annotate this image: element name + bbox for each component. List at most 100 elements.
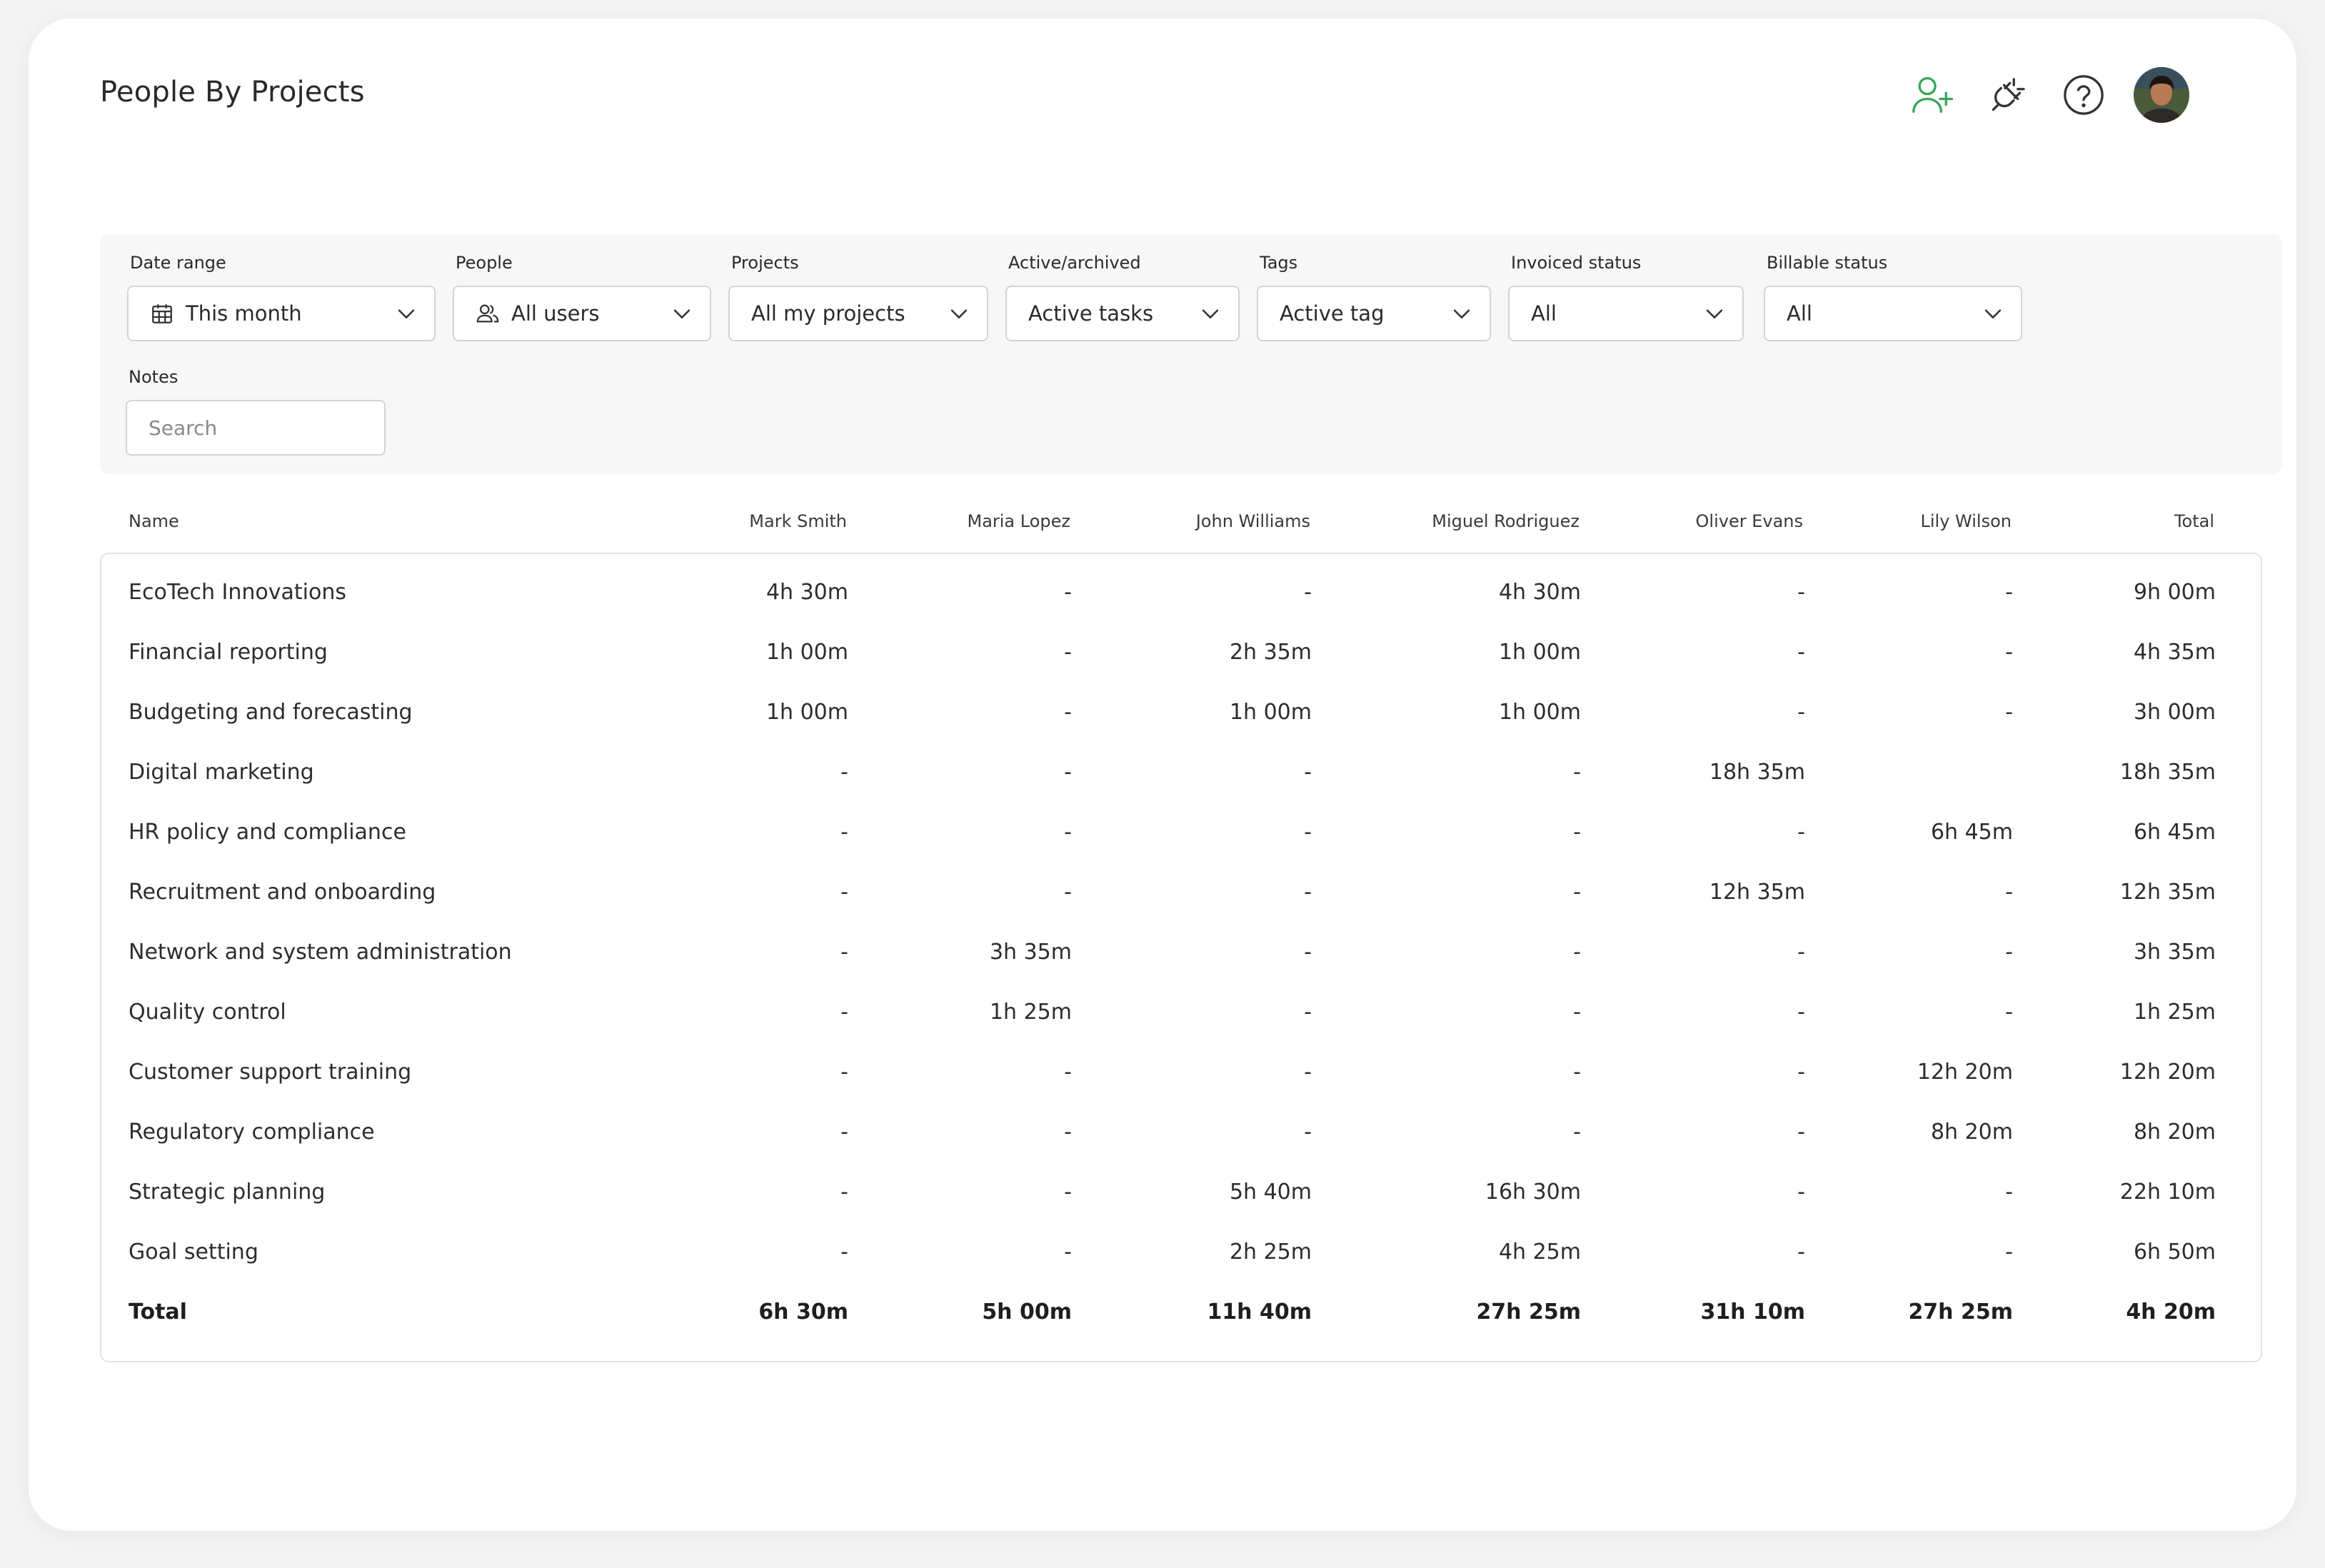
filter-label-tags: Tags — [1260, 253, 1298, 273]
cell-oliver-evans: 31h 10m — [1700, 1300, 1805, 1325]
filter-label-projects: Projects — [731, 253, 799, 273]
cell-oliver-evans: - — [1797, 700, 1805, 725]
filter-tags: Tags Active tag — [1257, 250, 1491, 341]
avatar[interactable] — [2134, 67, 2189, 123]
cell-oliver-evans: - — [1797, 640, 1805, 665]
cell-john-williams: - — [1304, 1060, 1312, 1085]
cell-miguel-rodriguez: - — [1573, 940, 1581, 965]
table-row: Financial reporting 1h 00m - 2h 35m 1h 00m - -… — [101, 623, 2261, 683]
help-icon[interactable] — [2058, 69, 2109, 121]
chevron-down-icon — [950, 309, 968, 318]
filter-invoiced-status: Invoiced status All — [1508, 250, 1744, 341]
cell-total: 3h 00m — [2133, 700, 2216, 725]
table-header: Name Mark Smith Maria Lopez John William… — [100, 511, 2261, 547]
cell-name: HR policy and compliance — [129, 820, 406, 845]
active-archived-select[interactable]: Active tasks — [1005, 286, 1240, 341]
cell-oliver-evans: 18h 35m — [1709, 760, 1805, 785]
cell-name: Recruitment and onboarding — [129, 880, 436, 905]
cell-mark-smith: - — [840, 1240, 848, 1265]
cell-miguel-rodriguez: 1h 00m — [1498, 640, 1581, 665]
cell-lily-wilson: - — [2005, 580, 2013, 605]
filter-date-range: Date range This month — [127, 250, 436, 341]
cell-lily-wilson: 12h 20m — [1917, 1060, 2013, 1085]
cell-john-williams: 11h 40m — [1207, 1300, 1312, 1325]
total-row: Total 6h 30m 5h 00m 11h 40m 27h 25m 31h 10m 27… — [101, 1282, 2261, 1342]
date-range-select[interactable]: This month — [127, 286, 436, 341]
plug-icon[interactable] — [1982, 69, 2034, 121]
column-header-person: Lily Wilson — [1920, 511, 2012, 531]
cell-oliver-evans: - — [1797, 940, 1805, 965]
tags-value: Active tag — [1280, 301, 1385, 326]
filter-projects: Projects All my projects — [728, 250, 988, 341]
cell-total: 6h 50m — [2133, 1240, 2216, 1265]
table-row: Customer support training - - - - - 12h 20m 12h… — [101, 1042, 2261, 1102]
table-row: EcoTech Innovations 4h 30m - - 4h 30m - - 9h 00… — [101, 563, 2261, 623]
cell-maria-lopez: - — [1064, 1120, 1072, 1145]
cell-oliver-evans: - — [1797, 1000, 1805, 1025]
cell-mark-smith: - — [840, 880, 848, 905]
cell-john-williams: 2h 35m — [1229, 640, 1312, 665]
page-title: People By Projects — [100, 76, 365, 109]
people-value: All users — [511, 301, 600, 326]
cell-total: 12h 20m — [2119, 1060, 2216, 1085]
cell-maria-lopez: - — [1064, 1240, 1072, 1265]
cell-mark-smith: - — [840, 1060, 848, 1085]
cell-name: Regulatory compliance — [129, 1120, 375, 1145]
column-header-person: Maria Lopez — [967, 511, 1070, 531]
filter-label-invoiced-status: Invoiced status — [1511, 253, 1642, 273]
cell-total: 1h 25m — [2133, 1000, 2216, 1025]
cell-miguel-rodriguez: 4h 30m — [1498, 580, 1581, 605]
calendar-icon — [152, 304, 172, 323]
filter-label-notes: Notes — [129, 367, 179, 387]
filters-panel: Date range This month People All users P… — [100, 234, 2282, 474]
cell-maria-lopez: - — [1064, 880, 1072, 905]
projects-select[interactable]: All my projects — [728, 286, 988, 341]
cell-mark-smith: - — [840, 1180, 848, 1205]
notes-search-input[interactable] — [126, 400, 386, 456]
cell-name: Goal setting — [129, 1240, 258, 1265]
table-row: Digital marketing - - - - 18h 35m 18h 35m — [101, 743, 2261, 803]
cell-name: Total — [129, 1300, 187, 1325]
users-icon — [476, 304, 499, 323]
cell-maria-lopez: - — [1064, 580, 1072, 605]
cell-total: 4h 35m — [2133, 640, 2216, 665]
tags-select[interactable]: Active tag — [1257, 286, 1491, 341]
cell-maria-lopez: - — [1064, 1180, 1072, 1205]
cell-maria-lopez: - — [1064, 700, 1072, 725]
cell-oliver-evans: 12h 35m — [1709, 880, 1805, 905]
column-header-person: John Williams — [1195, 511, 1310, 531]
cell-oliver-evans: - — [1797, 1060, 1805, 1085]
cell-lily-wilson: - — [2005, 1240, 2013, 1265]
column-header-person: Oliver Evans — [1695, 511, 1803, 531]
cell-miguel-rodriguez: 1h 00m — [1498, 700, 1581, 725]
cell-total: 12h 35m — [2119, 880, 2216, 905]
cell-name: Network and system administration — [129, 940, 512, 965]
cell-maria-lopez: 5h 00m — [982, 1300, 1072, 1325]
report-table: EcoTech Innovations 4h 30m - - 4h 30m - - 9h 00… — [100, 553, 2262, 1362]
cell-mark-smith: - — [840, 1000, 848, 1025]
table-row: HR policy and compliance - - - - - 6h 45m 6h 45… — [101, 803, 2261, 863]
cell-name: EcoTech Innovations — [129, 580, 346, 605]
cell-miguel-rodriguez: 4h 25m — [1498, 1240, 1581, 1265]
table-row: Strategic planning - - 5h 40m 16h 30m - - 22h 1… — [101, 1162, 2261, 1222]
cell-john-williams: 5h 40m — [1229, 1180, 1312, 1205]
cell-miguel-rodriguez: - — [1573, 1060, 1581, 1085]
column-header-person: Miguel Rodriguez — [1432, 511, 1580, 531]
cell-mark-smith: 1h 00m — [765, 640, 848, 665]
cell-mark-smith: - — [840, 820, 848, 845]
cell-mark-smith: 4h 30m — [765, 580, 848, 605]
cell-john-williams: - — [1304, 820, 1312, 845]
cell-name: Budgeting and forecasting — [129, 700, 413, 725]
cell-oliver-evans: - — [1797, 820, 1805, 845]
people-select[interactable]: All users — [453, 286, 711, 341]
filter-people: People All users — [453, 250, 711, 341]
invoiced-status-value: All — [1531, 301, 1557, 326]
cell-lily-wilson: 6h 45m — [1930, 820, 2013, 845]
add-user-icon[interactable] — [1907, 69, 1958, 121]
billable-status-select[interactable]: All — [1764, 286, 2022, 341]
billable-status-value: All — [1787, 301, 1812, 326]
cell-john-williams: - — [1304, 880, 1312, 905]
invoiced-status-select[interactable]: All — [1508, 286, 1744, 341]
table-row: Goal setting - - 2h 25m 4h 25m - - 6h 50m — [101, 1222, 2261, 1282]
cell-john-williams: - — [1304, 580, 1312, 605]
